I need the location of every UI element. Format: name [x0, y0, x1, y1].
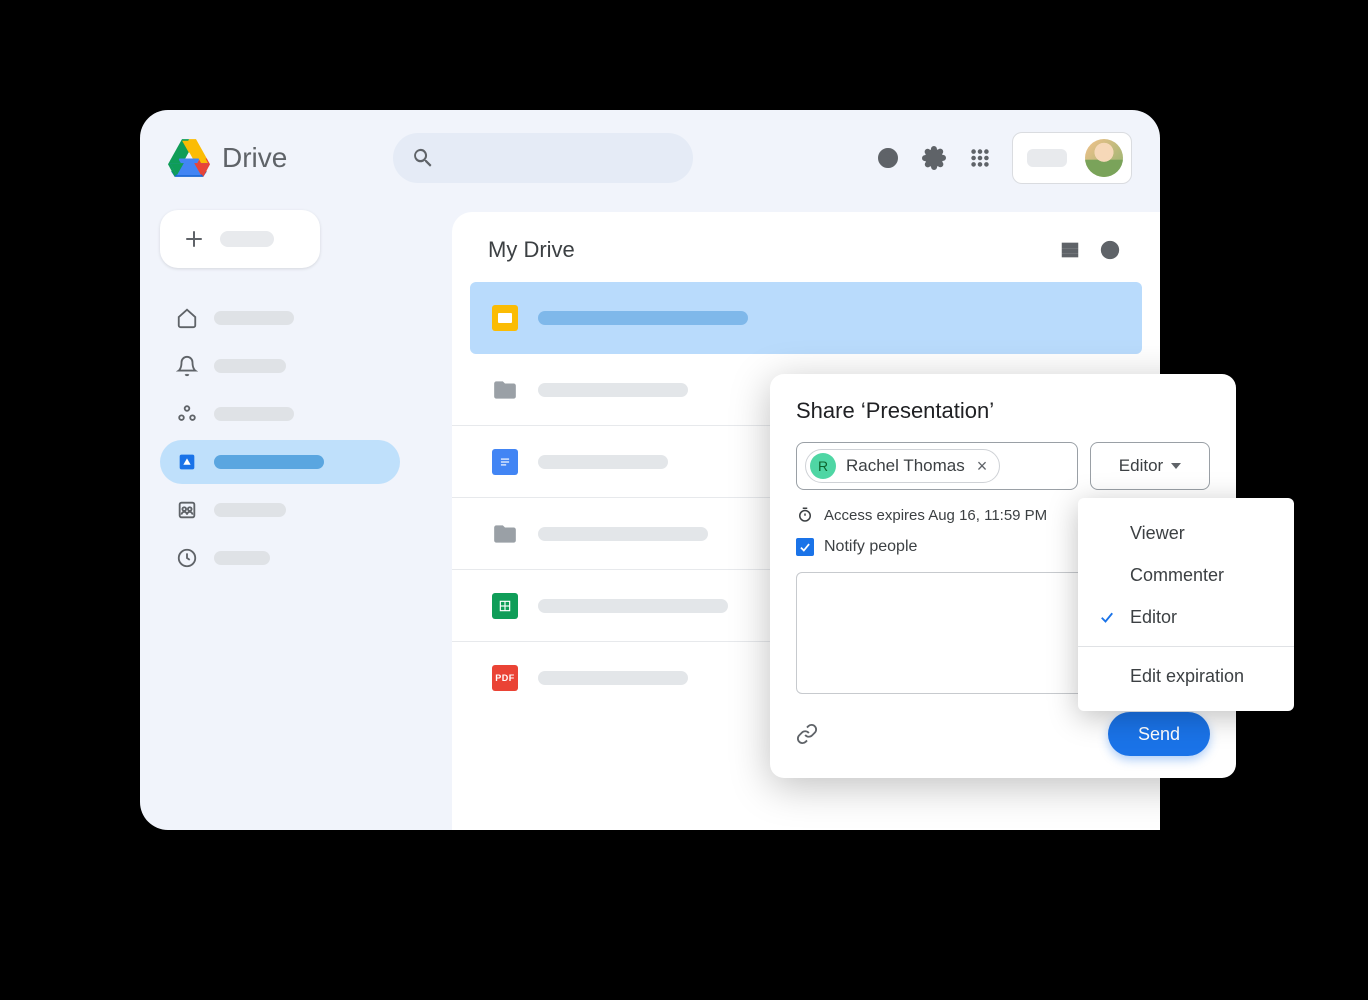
shared-drives-icon — [176, 499, 198, 521]
plus-icon — [182, 227, 206, 251]
expiration-text: Access expires Aug 16, 11:59 PM — [824, 507, 1047, 524]
chip-remove-button[interactable]: × — [975, 456, 990, 477]
notify-label: Notify people — [824, 538, 917, 556]
link-icon — [796, 723, 818, 745]
details-button[interactable] — [1096, 236, 1124, 264]
sidebar-item-home[interactable] — [160, 296, 400, 340]
chevron-down-icon — [1171, 463, 1181, 469]
role-divider — [1078, 646, 1294, 647]
role-option-editor[interactable]: Editor — [1078, 596, 1294, 638]
role-dropdown: Viewer Commenter Editor Edit expiration — [1078, 498, 1294, 711]
chip-avatar: R — [810, 453, 836, 479]
check-icon — [1098, 608, 1116, 626]
recipient-chip[interactable]: R Rachel Thomas × — [805, 449, 1000, 483]
info-icon — [1099, 239, 1121, 261]
role-select[interactable]: Editor — [1090, 442, 1210, 490]
sidebar-item-activity[interactable] — [160, 344, 400, 388]
sheets-icon — [492, 593, 518, 619]
folder-icon — [492, 377, 518, 403]
docs-icon — [492, 449, 518, 475]
header-bar: Drive — [140, 110, 1160, 206]
share-title: Share ‘Presentation’ — [796, 398, 1210, 424]
chip-name: Rachel Thomas — [846, 456, 965, 476]
help-button[interactable] — [874, 144, 902, 172]
clock-icon — [176, 547, 198, 569]
home-icon — [176, 307, 198, 329]
search-input[interactable] — [393, 133, 693, 183]
account-switcher[interactable] — [1012, 132, 1132, 184]
list-view-icon — [1059, 239, 1081, 261]
new-button[interactable] — [160, 210, 320, 268]
share-people-input[interactable]: R Rachel Thomas × — [796, 442, 1078, 490]
apps-grid-icon — [969, 147, 991, 169]
folder-icon — [492, 521, 518, 547]
brand: Drive — [168, 139, 287, 177]
role-option-commenter[interactable]: Commenter — [1078, 554, 1294, 596]
role-option-edit-expiration[interactable]: Edit expiration — [1078, 655, 1294, 697]
file-row-slides[interactable] — [470, 282, 1142, 354]
check-icon — [798, 540, 812, 554]
sidebar — [160, 206, 440, 830]
drive-icon — [176, 451, 198, 473]
help-icon — [876, 146, 900, 170]
avatar — [1085, 139, 1123, 177]
account-label-placeholder — [1027, 149, 1067, 167]
sidebar-item-shared[interactable] — [160, 488, 400, 532]
bell-icon — [176, 355, 198, 377]
role-select-label: Editor — [1119, 456, 1163, 476]
notify-checkbox[interactable] — [796, 538, 814, 556]
app-title: Drive — [222, 142, 287, 174]
new-label-placeholder — [220, 231, 274, 247]
page-title: My Drive — [488, 237, 1044, 263]
role-option-viewer[interactable]: Viewer — [1078, 512, 1294, 554]
sidebar-item-mydrive[interactable] — [160, 440, 400, 484]
header-actions — [874, 132, 1132, 184]
gear-icon — [922, 146, 946, 170]
view-toggle-button[interactable] — [1056, 236, 1084, 264]
timer-icon — [796, 506, 814, 524]
sidebar-item-workspaces[interactable] — [160, 392, 400, 436]
slides-icon — [492, 305, 518, 331]
drive-logo-icon — [168, 139, 210, 177]
sidebar-item-recent[interactable] — [160, 536, 400, 580]
settings-button[interactable] — [920, 144, 948, 172]
drive-window: Drive — [140, 110, 1160, 830]
search-icon — [411, 146, 435, 170]
copy-link-button[interactable] — [796, 723, 818, 745]
pdf-icon: PDF — [492, 665, 518, 691]
send-button[interactable]: Send — [1108, 712, 1210, 756]
workspaces-icon — [176, 403, 198, 425]
apps-button[interactable] — [966, 144, 994, 172]
